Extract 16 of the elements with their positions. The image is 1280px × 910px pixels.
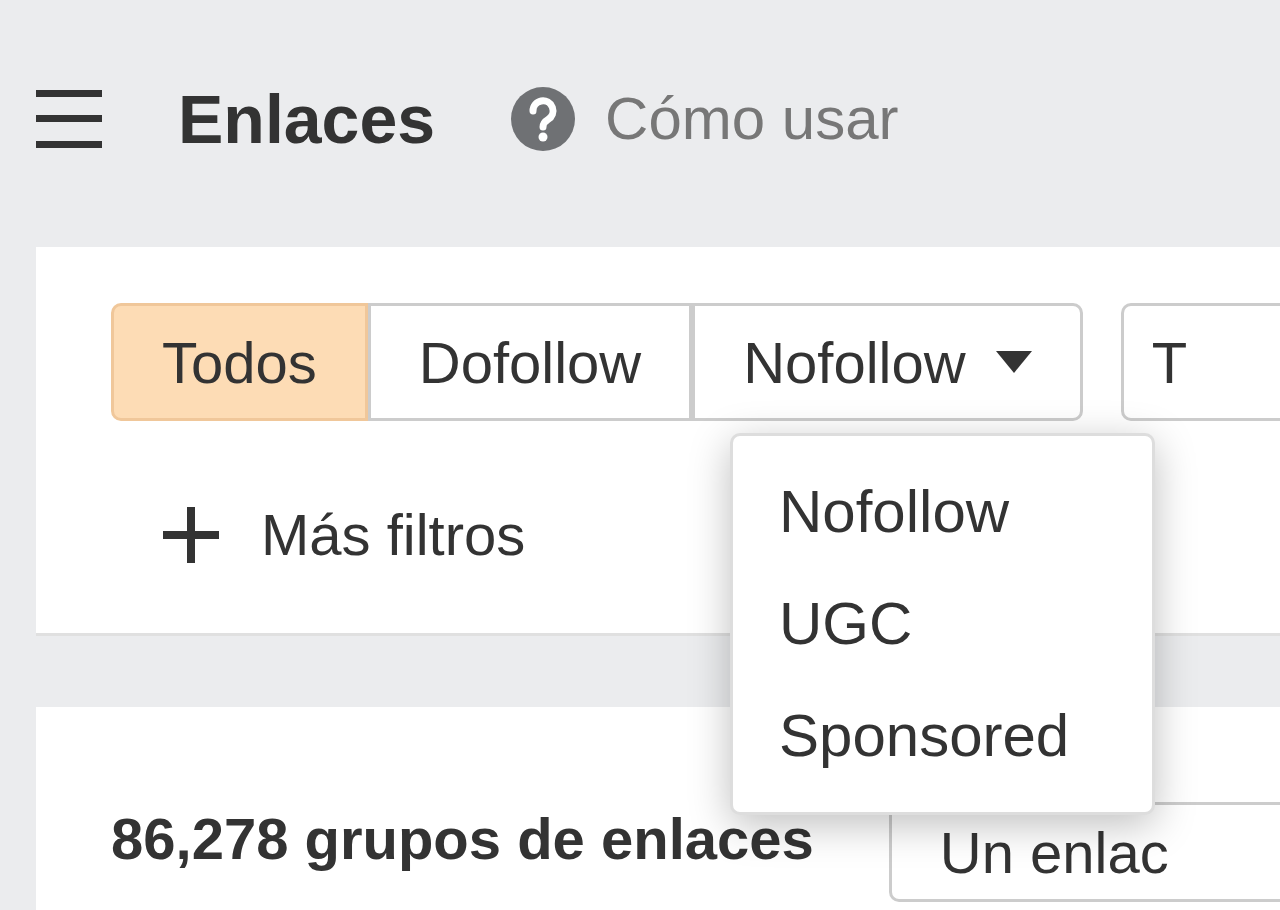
help-icon[interactable] bbox=[511, 86, 576, 151]
caret-icon bbox=[995, 351, 1032, 373]
dropdown-item[interactable]: UGC bbox=[733, 568, 1152, 680]
results-count: 86,278 grupos de enlaces bbox=[111, 805, 814, 873]
page-title: Enlaces bbox=[178, 84, 436, 153]
plus-icon bbox=[163, 506, 219, 563]
more-filters-button[interactable]: Más filtros bbox=[163, 491, 526, 578]
grouping-button[interactable]: Un enlac bbox=[888, 802, 1280, 902]
filter-tab[interactable]: Dofollow bbox=[367, 303, 693, 421]
menu-icon[interactable] bbox=[36, 89, 102, 148]
help-link[interactable]: Cómo usar bbox=[605, 88, 899, 149]
filter-tab[interactable]: Todos bbox=[111, 303, 368, 421]
filter-dropdown[interactable]: Nofollow bbox=[692, 303, 1083, 421]
dropdown-item[interactable]: Sponsored bbox=[733, 680, 1152, 792]
dropdown-item[interactable]: Nofollow bbox=[733, 456, 1152, 568]
filter-button[interactable]: T bbox=[1120, 303, 1280, 421]
